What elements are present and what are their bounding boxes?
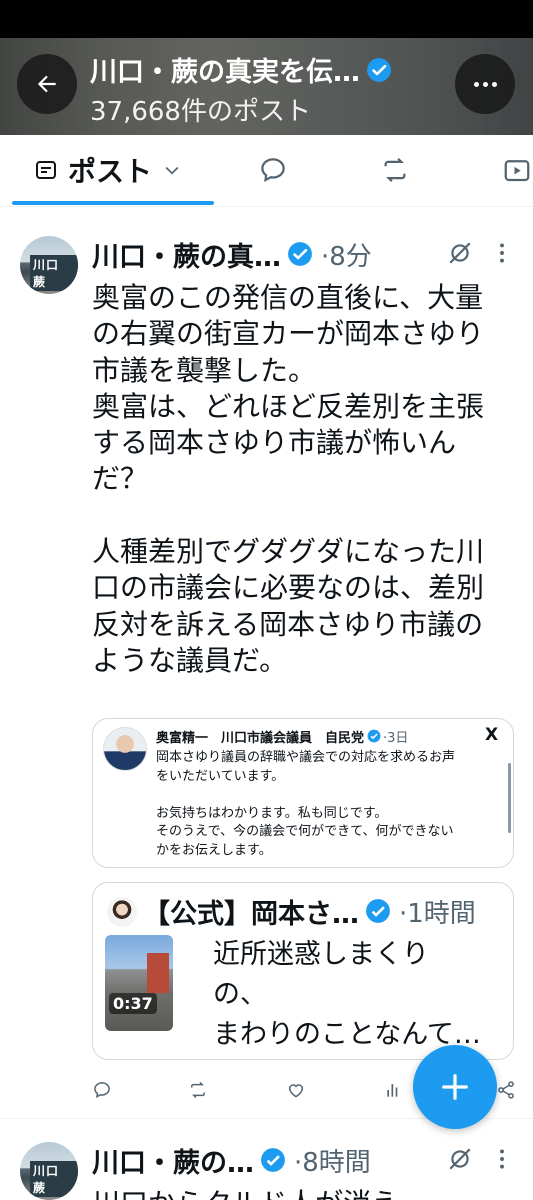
quote-author: 【公式】岡本さ…: [143, 898, 359, 930]
x-logo-icon: X: [485, 725, 499, 745]
quote-line: そのうえで、今の議会で何ができて、何ができない: [156, 824, 454, 839]
avatar[interactable]: [107, 897, 137, 927]
reply-icon[interactable]: [92, 1080, 112, 1100]
tweet-time[interactable]: ·8分: [321, 236, 372, 273]
tweet-line: 口の市議会に必要なのは、差別: [92, 571, 485, 605]
status-bar: [0, 0, 533, 38]
tweet-text: 川口からクルド人が消え: [92, 1182, 399, 1200]
quote-line: の、: [213, 979, 267, 1010]
tweet-text: 奥富のこの発信の直後に、大量 の右翼の街宣カーが岡本さゆり 市議を襲撃した。 奥…: [92, 280, 512, 679]
tweet-line: 人種差別でグダグダになった川: [92, 535, 485, 569]
quote-author: 奥富精一 川口市議会議員 自民党: [156, 730, 365, 746]
tweet-line: 市議を襲撃した。: [92, 353, 317, 387]
more-button[interactable]: [455, 54, 515, 114]
quote-time: ·3日: [383, 730, 409, 746]
avatar[interactable]: [103, 727, 147, 771]
quote-scrollbar[interactable]: [508, 763, 511, 833]
quote-line: かをお伝えします。: [156, 842, 272, 858]
video-duration: 0:37: [109, 993, 157, 1014]
quote-text: 岡本さゆり議員の辞職や議会での対応を求めるお声 をいただいています。 お気持ちは…: [156, 749, 506, 860]
quote-time: ·1時間: [399, 898, 476, 929]
tweet-time[interactable]: ·8時間: [294, 1142, 371, 1179]
plus-icon: [442, 1074, 468, 1100]
tweet-author[interactable]: 川口・蕨の…: [92, 1141, 254, 1180]
views-chart-icon[interactable]: [384, 1080, 404, 1100]
tweet-author[interactable]: 川口・蕨の真…: [92, 235, 281, 274]
post-count: 37,668件のポスト: [90, 97, 311, 127]
quote-header: 【公式】岡本さ… ·1時間: [143, 893, 476, 930]
verified-badge-icon: [288, 242, 312, 266]
avatar[interactable]: 川口 蕨: [20, 1142, 78, 1200]
post-list-icon: [36, 161, 56, 179]
quote-line: お気持ちはわかります。私も同じです。: [156, 805, 388, 821]
video-thumbnail[interactable]: [105, 935, 173, 1031]
verified-badge-icon: [367, 57, 391, 82]
tweet-line: だ？: [92, 462, 149, 496]
tab-replies[interactable]: [258, 135, 288, 205]
tweet-header: 川口・蕨の… ·8時間: [92, 1141, 522, 1180]
tweet-menu-icon[interactable]: [496, 240, 508, 266]
quote-text: 近所迷惑しまくり の、 まわりのことなんて…: [213, 935, 503, 1055]
header-text: 川口・蕨の真実を伝… 37,668件のポスト: [90, 50, 440, 128]
quote-line: をいただいています。: [156, 768, 285, 784]
tweet-line: 奥富は、どれほど反差別を主張: [92, 389, 485, 423]
profile-header: 川口・蕨の真実を伝… 37,668件のポスト: [0, 38, 533, 135]
tab-bar: ポスト: [0, 135, 533, 207]
back-button[interactable]: [17, 54, 77, 114]
quote-line: 岡本さゆり議員の辞職や議会での対応を求めるお声: [156, 750, 456, 765]
tweet-line: する岡本さゆり市議が怖いん: [92, 426, 457, 460]
avatar-sign-text: 川口 蕨: [30, 1161, 78, 1197]
reply-bubble-icon: [261, 158, 285, 183]
tweet-line: ような議員だ。: [92, 643, 288, 677]
tweet[interactable]: 川口 蕨 川口・蕨の… ·8時間 川口からクルド人が消え: [0, 1120, 533, 1200]
chevron-down-icon[interactable]: [162, 160, 182, 180]
tweet-menu-icon[interactable]: [496, 1146, 508, 1172]
tweet-line: 反対を訴える岡本さゆり市議の: [92, 607, 484, 641]
verified-badge-icon: [261, 1148, 285, 1172]
quoted-tweet-okamoto[interactable]: 【公式】岡本さ… ·1時間 0:37 近所迷惑しまくり の、 まわりのことなんて…: [92, 882, 514, 1060]
avatar-sign-text: 川口 蕨: [30, 255, 78, 291]
tweet-line: 奥富のこの発信の直後に、大量: [92, 281, 484, 314]
video-icon: [504, 160, 530, 182]
tweet[interactable]: 川口 蕨 川口・蕨の真… ·8分 奥富のこの発信の直後に、大量 の右翼の街宣カー…: [0, 218, 533, 1120]
tab-media[interactable]: [502, 135, 532, 205]
quoted-tweet-okutomi[interactable]: 奥富精一 川口市議会議員 自民党 ·3日 X 岡本さゆり議員の辞職や議会での対応…: [92, 718, 514, 868]
verified-badge-icon: [366, 899, 390, 923]
tab-posts[interactable]: ポスト: [34, 135, 182, 205]
compose-button[interactable]: [413, 1045, 497, 1129]
quote-line: 近所迷惑しまくり: [213, 939, 429, 970]
repost-icon[interactable]: [188, 1080, 208, 1100]
quote-header: 奥富精一 川口市議会議員 自民党 ·3日: [156, 725, 408, 747]
profile-title: 川口・蕨の真実を伝…: [90, 57, 360, 88]
avatar[interactable]: 川口 蕨: [20, 236, 78, 294]
arrow-left-icon: [37, 75, 56, 93]
share-icon[interactable]: [496, 1080, 516, 1100]
tweet-line: の右翼の街宣カーが岡本さゆり: [92, 317, 485, 351]
grok-icon[interactable]: [447, 1146, 473, 1172]
tweet-header: 川口・蕨の真… ·8分: [92, 235, 522, 274]
repost-icon: [384, 157, 406, 183]
more-horizontal-icon: [473, 81, 497, 87]
tab-posts-label: ポスト: [68, 155, 153, 188]
tab-active-indicator: [12, 201, 214, 205]
grok-icon[interactable]: [447, 240, 473, 266]
heart-icon[interactable]: [286, 1080, 306, 1100]
verified-badge-icon: [367, 729, 381, 743]
tab-reposts[interactable]: [380, 135, 410, 205]
